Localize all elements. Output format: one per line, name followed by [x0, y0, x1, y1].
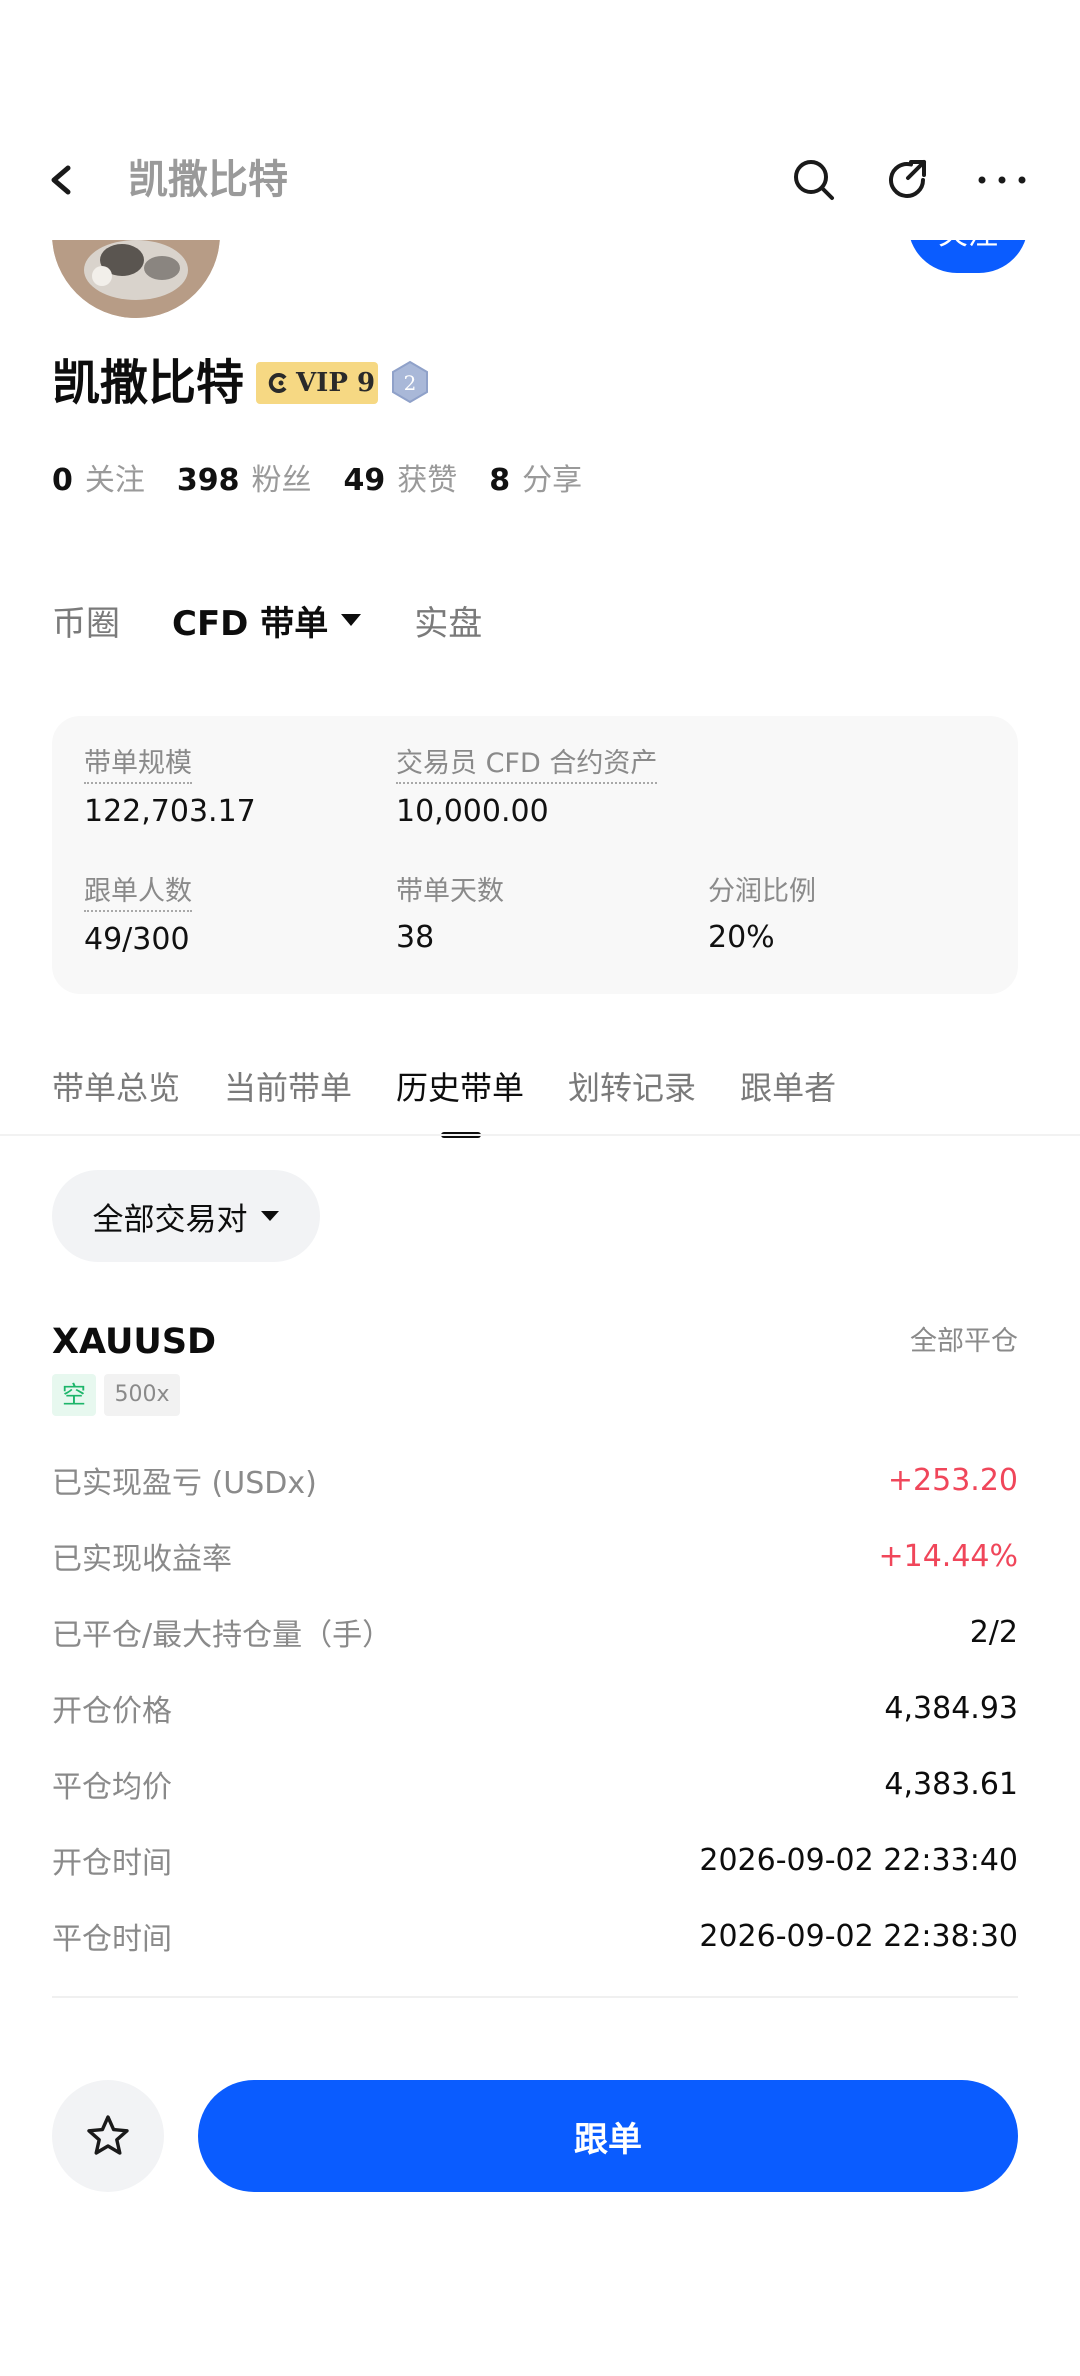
stat-likes[interactable]: 49 获赞 — [344, 455, 458, 499]
back-button[interactable] — [40, 150, 88, 210]
row-open-time: 开仓时间 2026-09-02 22:33:40 — [52, 1830, 1018, 1890]
row-value: +14.44% — [878, 1538, 1018, 1574]
summary-followers-value: 49/300 — [84, 922, 190, 957]
tab-current[interactable]: 当前带单 — [224, 1060, 352, 1120]
summary-scale-label[interactable]: 带单规模 — [84, 746, 192, 784]
star-icon — [87, 2115, 129, 2155]
summary-days: 带单天数 38 — [396, 874, 504, 958]
caret-down-icon — [341, 614, 362, 626]
summary-asset: 交易员 CFD 合约资产 10,000.00 — [396, 746, 658, 832]
more-button[interactable] — [972, 150, 1032, 210]
tab-history-label: 历史带单 — [396, 1069, 525, 1107]
summary-share: 分润比例 20% — [708, 874, 816, 958]
copy-trade-button[interactable]: 跟单 — [198, 2080, 1018, 2192]
row-value: 4,383.61 — [884, 1766, 1018, 1802]
summary-share-label: 分润比例 — [708, 876, 816, 907]
summary-days-value: 38 — [396, 920, 435, 955]
tab-cfd[interactable]: CFD 带单 — [172, 596, 362, 645]
tab-real[interactable]: 实盘 — [414, 596, 482, 645]
stat-shares[interactable]: 8 分享 — [489, 455, 582, 499]
row-value: 4,384.93 — [884, 1690, 1018, 1726]
summary-scale: 带单规模 122,703.17 — [84, 746, 256, 832]
stat-label: 关注 — [84, 463, 145, 498]
favorite-button[interactable] — [52, 2080, 164, 2192]
side-tag: 空 — [52, 1374, 96, 1416]
trade-symbol: XAUUSD — [52, 1322, 217, 1362]
caret-down-icon — [260, 1211, 279, 1221]
row-realized-roi: 已实现收益率 +14.44% — [52, 1526, 1018, 1586]
vip-badge: VIP 9 — [256, 362, 378, 404]
stat-label: 获赞 — [397, 463, 458, 498]
vip-label: VIP 9 — [296, 368, 376, 398]
row-value: 2/2 — [969, 1614, 1018, 1650]
row-label: 已实现收益率 — [52, 1542, 232, 1577]
summary-followers-label[interactable]: 跟单人数 — [84, 874, 192, 912]
summary-followers: 跟单人数 49/300 — [84, 874, 192, 960]
row-realized-pnl: 已实现盈亏 (USDx) +253.20 — [52, 1450, 1018, 1510]
close-all-label: 全部平仓 — [910, 1326, 1018, 1357]
page-title: 凯撒比特 — [128, 157, 288, 203]
leverage-tag: 500x — [104, 1374, 180, 1416]
trader-name: 凯撒比特 — [52, 355, 245, 411]
level-number: 2 — [404, 371, 417, 395]
level-badge: 2 — [390, 360, 430, 404]
row-label: 已平仓/最大持仓量（手） — [52, 1618, 393, 1653]
sub-tabs: 带单总览 当前带单 历史带单 划转记录 跟单者 — [52, 1060, 880, 1138]
row-value: 2026-09-02 22:38:30 — [699, 1918, 1018, 1954]
row-label: 平仓均价 — [52, 1770, 172, 1805]
more-icon — [978, 176, 1026, 184]
tab-followers[interactable]: 跟单者 — [740, 1060, 836, 1120]
summary-asset-value: 10,000.00 — [396, 794, 549, 829]
row-label: 已实现盈亏 (USDx) — [52, 1466, 317, 1501]
pair-filter-label: 全部交易对 — [92, 1201, 248, 1238]
summary-card: 带单规模 122,703.17 交易员 CFD 合约资产 10,000.00 跟… — [52, 716, 1018, 994]
row-value: +253.20 — [887, 1462, 1018, 1498]
summary-scale-value: 122,703.17 — [84, 794, 256, 829]
tab-cfd-label: CFD 带单 — [172, 603, 329, 644]
stat-label: 分享 — [522, 463, 583, 498]
share-button[interactable] — [878, 150, 938, 210]
stat-fans[interactable]: 398 粉丝 — [177, 455, 312, 499]
top-nav-bar: 凯撒比特 — [0, 120, 1080, 240]
row-close-time: 平仓时间 2026-09-02 22:38:30 — [52, 1906, 1018, 1966]
tab-crypto[interactable]: 币圈 — [52, 596, 120, 645]
stat-label: 粉丝 — [251, 463, 312, 498]
stat-number: 49 — [343, 463, 386, 498]
stat-number: 398 — [176, 463, 240, 498]
tabs-divider — [0, 1134, 1080, 1136]
stat-number: 0 — [52, 463, 73, 498]
search-button[interactable] — [784, 150, 844, 210]
category-tabs: 币圈 CFD 带单 实盘 — [52, 590, 534, 650]
tab-overview[interactable]: 带单总览 — [52, 1060, 180, 1120]
row-value: 2026-09-02 22:33:40 — [699, 1842, 1018, 1878]
row-open-price: 开仓价格 4,384.93 — [52, 1678, 1018, 1738]
row-closed-volume: 已平仓/最大持仓量（手） 2/2 — [52, 1602, 1018, 1662]
record-divider — [52, 1996, 1018, 1998]
row-label: 开仓价格 — [52, 1694, 172, 1729]
stat-number: 8 — [489, 463, 511, 498]
profile-stats: 0 关注 398 粉丝 49 获赞 8 分享 — [52, 452, 614, 502]
pair-filter-dropdown[interactable]: 全部交易对 — [52, 1170, 320, 1262]
tab-transfer[interactable]: 划转记录 — [568, 1060, 696, 1120]
back-arrow-icon — [51, 165, 71, 195]
vip-logo-icon — [268, 373, 287, 393]
stat-following[interactable]: 0 关注 — [52, 455, 145, 499]
hexagon-badge-icon: 2 — [392, 360, 428, 404]
row-close-price: 平仓均价 4,383.61 — [52, 1754, 1018, 1814]
row-label: 开仓时间 — [52, 1846, 172, 1881]
share-icon — [889, 160, 926, 198]
summary-days-label: 带单天数 — [396, 876, 504, 907]
tab-history[interactable]: 历史带单 — [396, 1060, 525, 1138]
summary-share-value: 20% — [708, 920, 775, 955]
search-icon — [794, 160, 834, 200]
row-label: 平仓时间 — [52, 1922, 172, 1957]
summary-asset-label[interactable]: 交易员 CFD 合约资产 — [396, 746, 658, 784]
